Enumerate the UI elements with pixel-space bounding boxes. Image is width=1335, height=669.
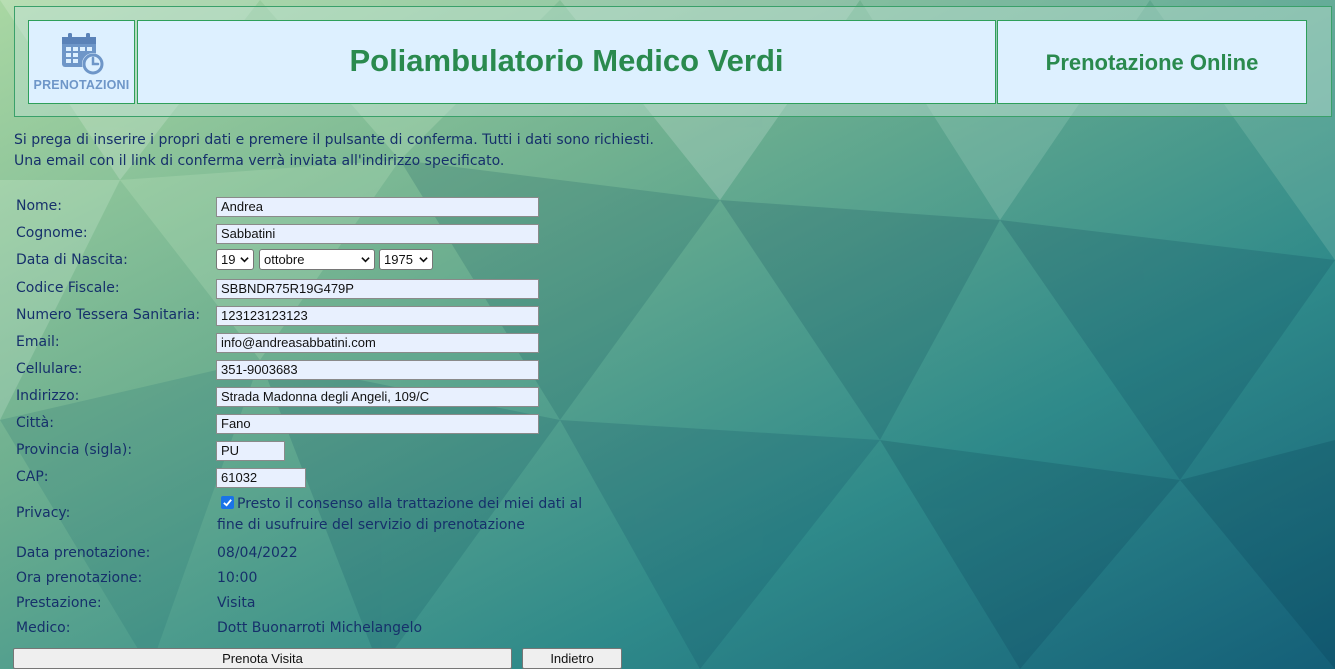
cellulare-label: Cellulare: <box>16 361 83 377</box>
booking-date-label: Data prenotazione: <box>16 545 151 561</box>
booking-time-label: Ora prenotazione: <box>16 570 143 586</box>
cognome-input[interactable]: Sabbatini <box>216 224 539 244</box>
codice-fiscale-label: Codice Fiscale: <box>16 280 120 296</box>
intro-text: Si prega di inserire i propri dati e pre… <box>14 130 654 172</box>
birth-year-value: 1975 <box>384 252 413 267</box>
title-box: Poliambulatorio Medico Verdi <box>137 20 996 104</box>
booking-time-value: 10:00 <box>217 570 258 586</box>
chevron-down-icon <box>361 257 370 263</box>
section-title-box: Prenotazione Online <box>997 20 1307 104</box>
prenota-visita-button[interactable]: Prenota Visita <box>13 648 512 669</box>
citta-label: Città: <box>16 415 54 431</box>
chevron-down-icon <box>240 257 249 263</box>
section-title: Prenotazione Online <box>1045 50 1259 75</box>
birth-day-value: 19 <box>221 252 236 267</box>
logo-text: PRENOTAZIONI <box>33 78 130 92</box>
calendar-clock-icon <box>62 33 104 75</box>
cap-input[interactable]: 61032 <box>216 468 306 488</box>
doctor-label: Medico: <box>16 620 71 636</box>
birth-month-value: ottobre <box>264 252 305 267</box>
intro-line-1: Si prega di inserire i propri dati e pre… <box>14 132 654 148</box>
check-icon <box>223 499 232 507</box>
provincia-input[interactable]: PU <box>216 441 285 461</box>
doctor-value: Dott Buonarroti Michelangelo <box>217 620 423 636</box>
privacy-label: Privacy: <box>16 505 71 521</box>
birth-day-select[interactable]: 19 <box>216 249 254 270</box>
indirizzo-input[interactable]: Strada Madonna degli Angeli, 109/C <box>216 387 539 407</box>
email-label: Email: <box>16 334 60 350</box>
booking-date-value: 08/04/2022 <box>217 545 298 561</box>
tessera-label: Numero Tessera Sanitaria: <box>16 307 201 323</box>
logo-box[interactable]: PRENOTAZIONI <box>28 20 135 104</box>
privacy-consent-text: Presto il consenso alla trattazione dei … <box>217 496 583 533</box>
provincia-label: Provincia (sigla): <box>16 442 133 458</box>
email-input[interactable]: info@andreasabbatini.com <box>216 333 539 353</box>
nome-label: Nome: <box>16 198 63 214</box>
nascita-label: Data di Nascita: <box>16 252 128 268</box>
back-button[interactable]: Indietro <box>522 648 622 669</box>
indirizzo-label: Indirizzo: <box>16 388 80 404</box>
privacy-checkbox[interactable] <box>221 496 234 509</box>
citta-input[interactable]: Fano <box>216 414 539 434</box>
cognome-label: Cognome: <box>16 225 88 241</box>
cellulare-input[interactable]: 351-9003683 <box>216 360 539 380</box>
privacy-consent: Presto il consenso alla trattazione dei … <box>217 494 597 536</box>
service-label: Prestazione: <box>16 595 102 611</box>
cap-label: CAP: <box>16 469 49 485</box>
chevron-down-icon <box>419 257 428 263</box>
site-title: Poliambulatorio Medico Verdi <box>349 43 784 78</box>
intro-line-2: Una email con il link di conferma verrà … <box>14 153 505 169</box>
service-value: Visita <box>217 595 256 611</box>
codice-fiscale-input[interactable]: SBBNDR75R19G479P <box>216 279 539 299</box>
tessera-input[interactable]: 123123123123 <box>216 306 539 326</box>
nome-input[interactable]: Andrea <box>216 197 539 217</box>
birth-year-select[interactable]: 1975 <box>379 249 433 270</box>
birth-month-select[interactable]: ottobre <box>259 249 375 270</box>
page-header: PRENOTAZIONI Poliambulatorio Medico Verd… <box>14 6 1332 117</box>
